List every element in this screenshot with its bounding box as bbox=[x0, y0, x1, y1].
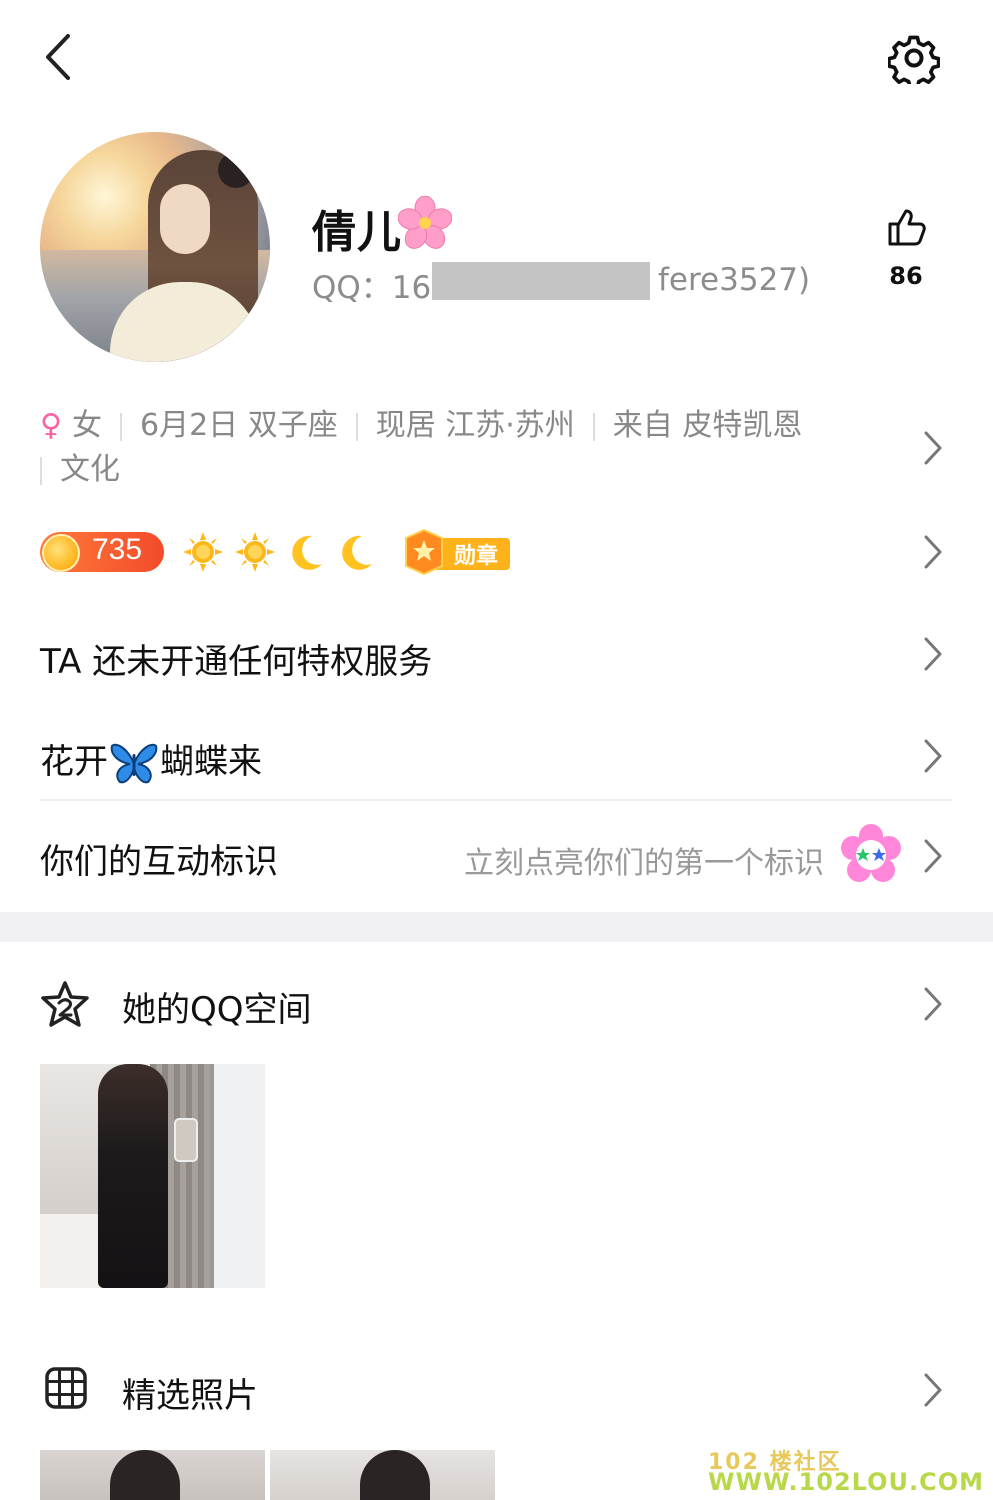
gear-icon[interactable] bbox=[888, 32, 940, 84]
separator bbox=[119, 412, 122, 441]
thumbs-up-icon[interactable] bbox=[886, 206, 928, 248]
privilege-row[interactable]: TA 还未开通任何特权服务 bbox=[40, 634, 432, 683]
photo-window bbox=[210, 1064, 265, 1288]
qq-zone-title[interactable]: 她的QQ空间 bbox=[122, 982, 312, 1031]
moon-icon bbox=[292, 535, 322, 570]
photo-person bbox=[98, 1064, 168, 1288]
medal-label: 勋章 bbox=[454, 544, 499, 569]
avatar-face bbox=[160, 184, 210, 254]
qq-number-prefix: QQ：165 bbox=[312, 270, 451, 306]
featured-photo-thumb[interactable] bbox=[270, 1450, 495, 1500]
featured-photo-thumb[interactable] bbox=[40, 1450, 265, 1500]
chevron-right-icon[interactable] bbox=[922, 738, 944, 774]
medal-badge[interactable]: 勋章 bbox=[402, 528, 512, 576]
chevron-right-icon[interactable] bbox=[922, 986, 944, 1022]
signature-right-text: 蝴蝶来 bbox=[160, 742, 262, 782]
thumb-hair bbox=[110, 1450, 180, 1500]
chevron-right-icon[interactable] bbox=[922, 1372, 944, 1408]
nickname: 倩儿 bbox=[312, 207, 402, 258]
watermark-line2: WWW.102LOU.COM bbox=[708, 1468, 985, 1496]
back-arrow-icon[interactable] bbox=[38, 30, 82, 84]
location-text: 现居 江苏·苏州 bbox=[375, 408, 575, 443]
qq-number-suffix: fere3527) bbox=[658, 262, 811, 298]
crown-coin-icon bbox=[42, 534, 80, 572]
like-count[interactable]: 86 bbox=[876, 262, 936, 290]
hometown-wrap-text: 文化 bbox=[60, 452, 120, 487]
avatar[interactable] bbox=[40, 132, 270, 362]
top-bar bbox=[0, 0, 993, 110]
section-gap bbox=[0, 912, 993, 942]
separator bbox=[592, 412, 595, 441]
flower-face-icon bbox=[841, 824, 901, 882]
cherry-blossom-icon bbox=[398, 196, 452, 249]
sun-icon bbox=[183, 532, 223, 572]
sun-icon bbox=[235, 532, 275, 572]
gender-text: 女 bbox=[71, 408, 102, 443]
grid-icon[interactable] bbox=[44, 1366, 88, 1410]
level-number: 735 bbox=[92, 533, 143, 566]
signature-row[interactable]: 花开 蝴蝶来 bbox=[40, 734, 262, 786]
chevron-right-icon[interactable] bbox=[922, 430, 944, 466]
featured-photos-title[interactable]: 精选照片 bbox=[122, 1368, 258, 1417]
interaction-title[interactable]: 你们的互动标识 bbox=[40, 834, 278, 883]
avatar-hair-clip bbox=[218, 152, 254, 188]
female-icon: ♀ bbox=[40, 408, 62, 443]
badges-row[interactable]: 735 勋章 bbox=[40, 528, 600, 578]
chevron-right-icon[interactable] bbox=[922, 534, 944, 570]
level-badge[interactable]: 735 bbox=[40, 532, 164, 572]
divider bbox=[40, 799, 952, 801]
separator bbox=[40, 456, 42, 485]
separator bbox=[355, 412, 358, 441]
qq-zone-photo[interactable] bbox=[40, 1064, 265, 1288]
watermark: 102 楼社区 WWW.102LOU.COM bbox=[706, 1444, 986, 1500]
hometown-text: 来自 皮特凯恩 bbox=[612, 408, 803, 443]
star-2-icon[interactable] bbox=[40, 980, 90, 1030]
photo-phone bbox=[174, 1118, 198, 1162]
butterfly-icon bbox=[110, 743, 158, 783]
signature-left-text: 花开 bbox=[40, 742, 108, 782]
qq-number-redaction bbox=[432, 262, 650, 300]
interaction-hint[interactable]: 立刻点亮你们的第一个标识 bbox=[464, 838, 824, 882]
moon-icon bbox=[342, 535, 372, 570]
thumb-hair bbox=[360, 1450, 430, 1500]
chevron-right-icon[interactable] bbox=[922, 838, 944, 874]
profile-info-row[interactable]: ♀ 女 6月2日 双子座 现居 江苏·苏州 来自 皮特凯恩文化 bbox=[40, 404, 900, 492]
birthday-sign-text: 6月2日 双子座 bbox=[139, 408, 338, 443]
chevron-right-icon[interactable] bbox=[922, 636, 944, 672]
